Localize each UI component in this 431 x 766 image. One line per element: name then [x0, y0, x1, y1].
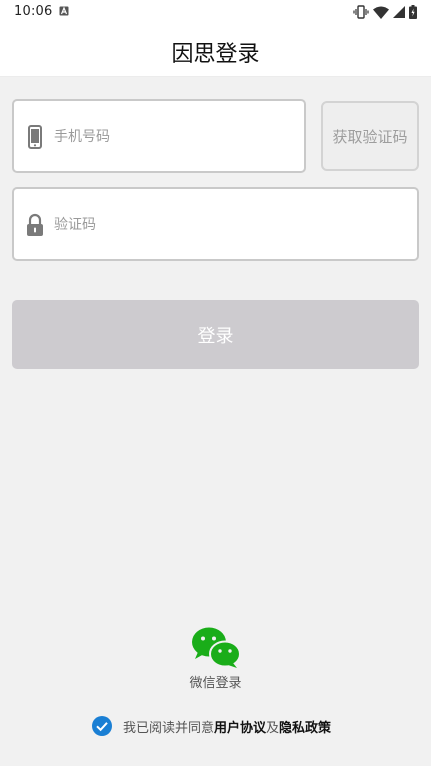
- notification-icon: [59, 6, 69, 16]
- get-code-button[interactable]: 获取验证码: [321, 101, 419, 171]
- vibrate-icon: [353, 5, 369, 19]
- phone-field: [12, 99, 306, 173]
- agreement-prefix: 我已阅读并同意: [123, 720, 215, 736]
- status-bar: 10:06: [0, 0, 431, 24]
- wechat-login-button[interactable]: 微信登录: [170, 622, 261, 692]
- code-field: [12, 187, 419, 261]
- phone-input[interactable]: [54, 123, 284, 151]
- privacy-policy-link[interactable]: 隐私政策: [279, 717, 331, 736]
- agreement-row: 我已阅读并同意 用户协议及隐私政策: [92, 716, 331, 736]
- lock-icon: [27, 213, 43, 236]
- phone-icon: [28, 125, 42, 149]
- wechat-icon: [192, 627, 241, 668]
- agree-checkbox[interactable]: [92, 716, 112, 736]
- status-icons: [353, 4, 417, 20]
- battery-icon: [409, 5, 417, 19]
- agreement-and: 及: [266, 720, 280, 736]
- status-time: 10:06: [14, 4, 53, 19]
- signal-icon: [393, 6, 405, 18]
- page-title: 因思登录: [171, 42, 260, 67]
- code-input[interactable]: [54, 211, 394, 239]
- title-bar: 因思登录: [0, 24, 431, 77]
- wechat-login-label: 微信登录: [189, 676, 242, 691]
- login-button[interactable]: 登录: [12, 300, 419, 369]
- wifi-icon: [373, 6, 389, 19]
- user-agreement-link[interactable]: 用户协议: [214, 717, 266, 736]
